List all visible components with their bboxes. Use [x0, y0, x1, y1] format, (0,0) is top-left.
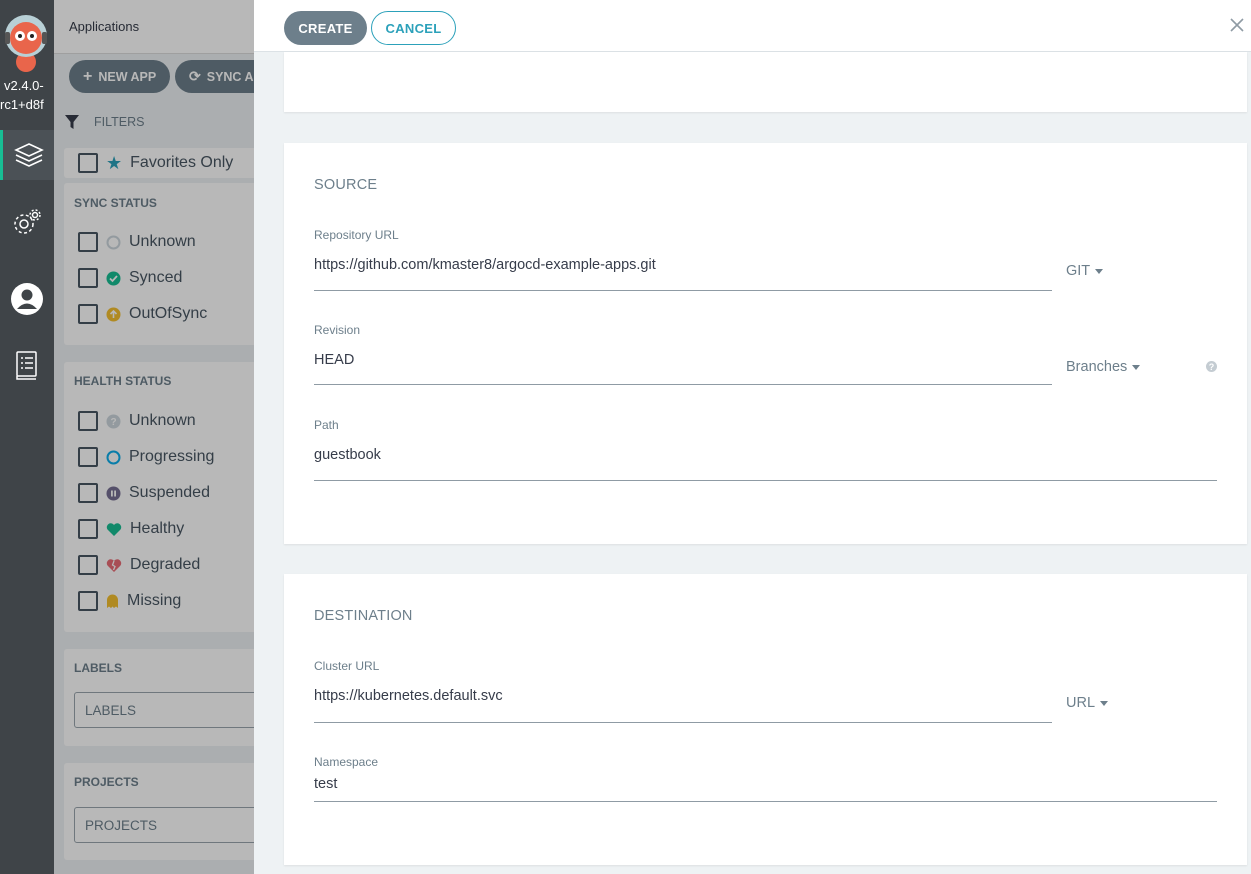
nav-user-info[interactable]	[0, 274, 54, 324]
repo-url-label: Repository URL	[314, 228, 399, 242]
nav-applications[interactable]	[0, 130, 54, 180]
repo-type-dropdown[interactable]: GIT	[1066, 263, 1104, 279]
create-app-panel: CREATE CANCEL SOURCE Repository URL http…	[254, 0, 1251, 874]
nav-bar: v2.4.0- rc1+d8f	[0, 0, 54, 874]
input-underline	[314, 384, 1052, 385]
destination-title: DESTINATION	[314, 608, 413, 624]
input-underline	[314, 290, 1052, 291]
revision-label: Revision	[314, 323, 361, 337]
input-underline	[314, 722, 1052, 723]
settings-icon	[14, 209, 41, 234]
help-icon[interactable]: ?	[1206, 361, 1217, 372]
applications-icon	[13, 143, 44, 167]
version-label: v2.4.0- rc1+d8f	[0, 78, 44, 112]
caret-down-icon	[1095, 268, 1104, 274]
namespace-label: Namespace	[314, 755, 379, 769]
caret-down-icon	[1132, 364, 1141, 370]
path-input[interactable]: guestbook	[314, 447, 381, 463]
nav-documentation[interactable]	[0, 340, 54, 390]
cluster-type-dropdown[interactable]: URL	[1066, 695, 1109, 711]
cluster-url-label: Cluster URL	[314, 659, 380, 673]
close-icon[interactable]	[1229, 17, 1245, 33]
general-card	[284, 52, 1247, 112]
caret-down-icon	[1100, 700, 1109, 706]
input-underline	[314, 480, 1217, 481]
input-underline	[314, 801, 1217, 802]
user-icon	[11, 283, 43, 315]
nav-settings[interactable]	[0, 198, 54, 248]
docs-icon	[16, 351, 37, 380]
create-button[interactable]: CREATE	[284, 11, 367, 45]
destination-card: DESTINATION Cluster URL https://kubernet…	[284, 574, 1247, 865]
path-label: Path	[314, 418, 339, 432]
revision-input[interactable]: HEAD	[314, 352, 354, 368]
namespace-input[interactable]: test	[314, 776, 337, 792]
overlay-backdrop[interactable]	[54, 0, 254, 874]
source-title: SOURCE	[314, 177, 378, 193]
repo-url-input[interactable]: https://github.com/kmaster8/argocd-examp…	[314, 257, 656, 273]
revision-type-dropdown[interactable]: Branches	[1066, 359, 1141, 375]
panel-header: CREATE CANCEL	[254, 0, 1251, 52]
source-card: SOURCE Repository URL https://github.com…	[284, 143, 1247, 544]
cancel-button[interactable]: CANCEL	[371, 11, 456, 45]
cluster-url-input[interactable]: https://kubernetes.default.svc	[314, 688, 503, 704]
argo-logo[interactable]	[2, 10, 50, 74]
